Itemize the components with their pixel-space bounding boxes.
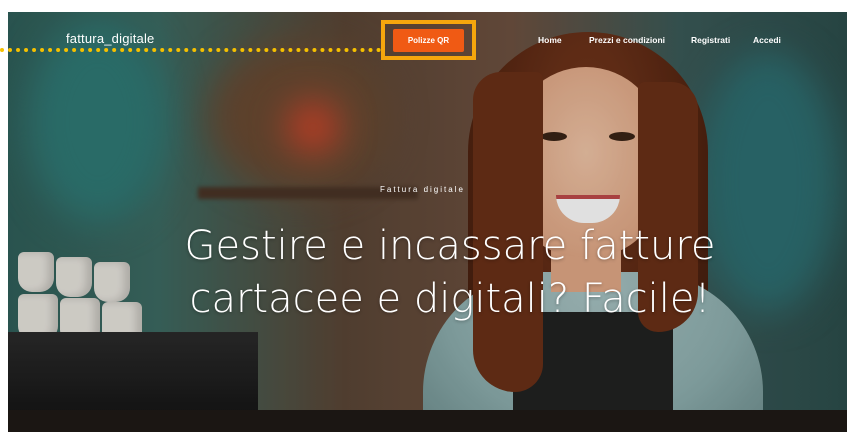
nav-item-accedi[interactable]: Accedi xyxy=(753,35,781,45)
hero-headline-line-1: Gestire e incassare fatture xyxy=(184,223,716,269)
hero-headline-line-2: cartacee e digitali? Facile! xyxy=(189,276,711,322)
nav-item-home[interactable]: Home xyxy=(538,35,562,45)
dotted-annotation-line xyxy=(0,48,381,52)
hero-eyebrow: Fattura digitale xyxy=(380,185,465,194)
nav-item-prezzi-e-condizioni[interactable]: Prezzi e condizioni xyxy=(589,35,665,45)
site-logo[interactable]: fattura_digitale xyxy=(66,31,154,46)
nav-item-registrati[interactable]: Registrati xyxy=(691,35,730,45)
hero-headline: Gestire e incassare fatture cartacee e d… xyxy=(150,220,750,326)
polizze-qr-button[interactable]: Polizze QR xyxy=(393,29,464,52)
